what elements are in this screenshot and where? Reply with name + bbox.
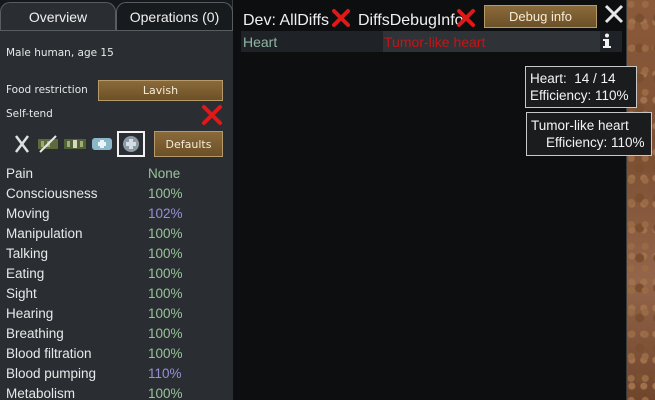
hediff-body-part: Heart [243,34,278,50]
industrial-medicine-icon[interactable] [90,132,114,156]
glitterworld-medicine-icon[interactable] [117,131,145,157]
capacity-name: Pain [6,166,34,181]
capacity-row: Blood pumping 110% [6,364,226,384]
capacity-name: Moving [6,206,50,221]
capacity-value-boosted: 102% [148,206,183,221]
capacity-value: 100% [148,346,183,361]
herbal-medicine-icon[interactable] [63,132,87,156]
info-icon[interactable] [598,32,616,50]
capacity-row: Moving 102% [6,204,226,224]
capacity-row: Pain None [6,164,226,184]
capacity-name: Eating [6,266,45,281]
health-panel: Male human, age 15 Food restriction Lavi… [0,0,233,400]
capacity-name: Talking [6,246,49,261]
capacity-row: Hearing 100% [6,304,226,324]
tumor-tooltip: Tumor-like heart Efficiency: 110% [526,112,652,156]
capacity-value: 100% [148,186,183,201]
capacity-name: Consciousness [6,186,98,201]
diffs-debug-info-label: DiffsDebugInfo [358,12,464,29]
debug-info-button[interactable]: Debug info [484,5,597,28]
heart-tooltip: Heart: 14 / 14 Efficiency: 110% [525,66,637,108]
capacity-value: 100% [148,326,183,341]
capacity-value: None [148,166,181,181]
capacity-row: Eating 100% [6,264,226,284]
map-terrain [627,0,655,400]
capacity-row: Metabolism 100% [6,384,226,400]
food-restriction-label: Food restriction [6,84,88,96]
capacity-value: 100% [148,386,183,400]
tab-overview[interactable]: Overview [0,2,116,30]
capacity-value-boosted: 110% [148,366,182,381]
hediff-name: Tumor-like heart [384,34,486,50]
window-edge [626,0,627,400]
capacity-name: Hearing [6,306,54,321]
food-restriction-button[interactable]: Lavish [98,80,223,101]
capacity-row: Manipulation 100% [6,224,226,244]
diffs-debug-info-off-icon[interactable] [456,8,476,28]
self-tend-label: Self-tend [6,108,53,120]
capacities-list: Pain None Consciousness 100% Moving 102%… [6,164,226,400]
tab-operations[interactable]: Operations (0) [116,2,233,30]
capacity-value: 100% [148,246,183,261]
capacity-name: Blood pumping [6,366,97,381]
defaults-button[interactable]: Defaults [154,131,223,157]
hediff-row[interactable]: Heart Tumor-like heart [241,31,622,52]
all-diffs-off-icon[interactable] [331,8,351,28]
no-care-icon[interactable] [10,132,34,156]
capacity-row: Breathing 100% [6,324,226,344]
capacity-row: Consciousness 100% [6,184,226,204]
capacity-row: Talking 100% [6,244,226,264]
all-diffs-toggle-label: Dev: AllDiffs [243,12,329,29]
capacity-name: Metabolism [6,386,76,400]
no-meds-icon[interactable] [36,132,60,156]
capacity-row: Blood filtration 100% [6,344,226,364]
capacity-name: Breathing [6,326,64,341]
pawn-description: Male human, age 15 [6,47,114,59]
self-tend-checkbox-off-icon[interactable] [201,104,223,126]
capacity-value: 100% [148,286,183,301]
capacity-name: Blood filtration [6,346,92,361]
capacity-name: Manipulation [6,226,83,241]
capacity-row: Sight 100% [6,284,226,304]
capacity-value: 100% [148,226,183,241]
capacity-value: 100% [148,306,183,321]
close-icon[interactable] [603,3,625,25]
capacity-name: Sight [6,286,37,301]
overview-panel: Male human, age 15 Food restriction Lavi… [0,30,233,400]
capacity-value: 100% [148,266,183,281]
